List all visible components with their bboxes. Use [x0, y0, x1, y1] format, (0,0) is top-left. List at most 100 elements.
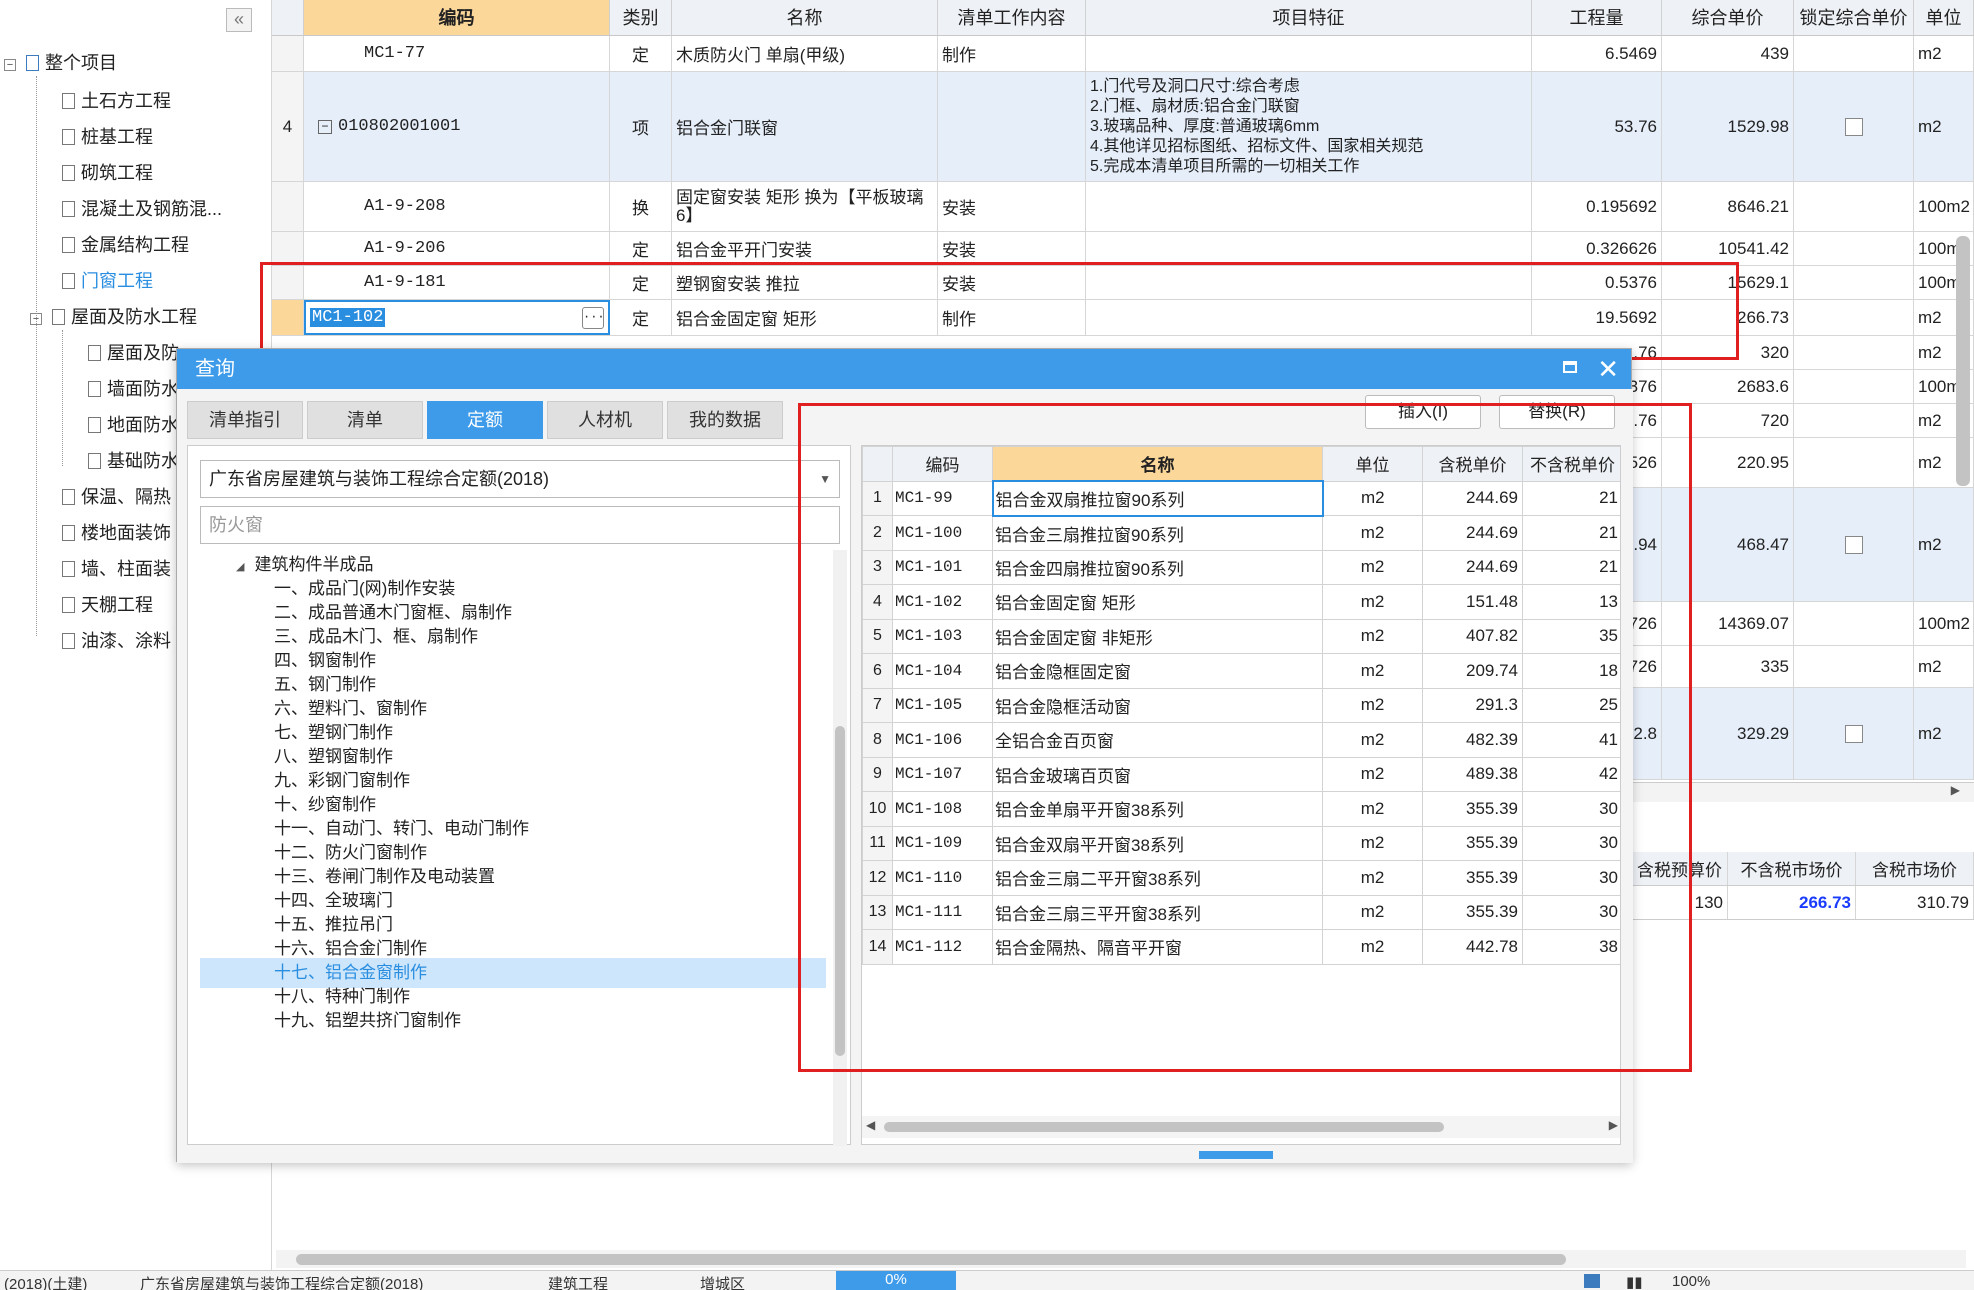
lock-cell[interactable]	[1794, 602, 1914, 645]
market-price-notax-cell[interactable]: 266.73	[1728, 886, 1856, 919]
dialog-title-bar[interactable]: 查询 ✕	[177, 349, 1631, 389]
table-row[interactable]: A1-9-208 换 固定窗安装 矩形 换为【平板玻璃6】 安装 0.19569…	[272, 182, 1974, 232]
code-cell[interactable]: A1-9-208	[304, 182, 610, 231]
feature-cell[interactable]	[1086, 36, 1532, 71]
tree-node[interactable]: 砌筑工程	[62, 158, 153, 188]
column-header-feature[interactable]: 项目特征	[1086, 0, 1532, 36]
type-cell[interactable]: 定	[610, 232, 672, 265]
unit-cell[interactable]: m2	[1914, 72, 1974, 181]
code-cell[interactable]: A1-9-206	[304, 232, 610, 265]
lock-price-checkbox[interactable]	[1844, 535, 1863, 554]
scrollbar-thumb[interactable]	[296, 1254, 1566, 1265]
feature-cell[interactable]	[1086, 232, 1532, 265]
grid-vertical-scrollbar[interactable]	[1956, 236, 1970, 486]
column-header-quantity[interactable]: 工程量	[1532, 0, 1662, 36]
tree-node[interactable]: 基础防水	[88, 446, 179, 476]
quantity-cell[interactable]: .376	[1632, 370, 1662, 403]
unit-cell[interactable]: m2	[1914, 36, 1974, 71]
scroll-right-icon[interactable]: ▶	[1951, 783, 1960, 797]
column-header-work-content[interactable]: 清单工作内容	[938, 0, 1086, 36]
table-row[interactable]: A1-9-206 定 铝合金平开门安装 安装 0.326626 10541.42…	[272, 232, 1974, 266]
tree-node-doors-windows[interactable]: 门窗工程	[62, 266, 153, 296]
quantity-cell[interactable]: 6.5469	[1532, 36, 1662, 71]
type-cell[interactable]: 定	[610, 36, 672, 71]
feature-cell[interactable]: 1.门代号及洞口尺寸:综合考虑 2.门框、扇材质:铝合金门联窗 3.玻璃品种、厚…	[1086, 72, 1532, 181]
column-header-market-price-notax[interactable]: 不含税市场价	[1728, 852, 1856, 885]
name-cell[interactable]: 木质防火门 单扇(甲级)	[672, 36, 938, 71]
lock-cell[interactable]	[1794, 404, 1914, 437]
tree-node[interactable]: 墙面防水	[88, 374, 179, 404]
work-cell[interactable]: 制作	[938, 36, 1086, 71]
tab-quota[interactable]: 定额	[427, 401, 543, 439]
scroll-right-icon[interactable]: ▶	[1609, 1118, 1618, 1132]
unit-cell[interactable]: 100m2	[1914, 602, 1974, 645]
collapse-toggle-icon[interactable]: −	[30, 313, 42, 325]
splitter-handle[interactable]	[1199, 1151, 1273, 1159]
scrollbar-thumb[interactable]	[884, 1122, 1444, 1132]
price-cell[interactable]: 2683.6	[1662, 370, 1794, 403]
lock-price-checkbox[interactable]	[1844, 117, 1863, 136]
tree-node[interactable]: 地面防水	[88, 410, 179, 440]
column-header-unit[interactable]: 单位	[1914, 0, 1974, 36]
market-price-tax-cell[interactable]: 310.79	[1856, 886, 1974, 919]
code-cell[interactable]: −010802001001	[304, 72, 610, 181]
tree-node[interactable]: 楼地面装饰	[62, 518, 171, 548]
table-row[interactable]: MC1-77 定 木质防火门 单扇(甲级) 制作 6.5469 439 m2	[272, 36, 1974, 72]
tree-node-whole-project[interactable]: − 整个项目	[4, 48, 117, 78]
search-input[interactable]	[200, 506, 840, 544]
unit-cell[interactable]: m2	[1914, 488, 1974, 601]
column-header-lock-price[interactable]: 锁定综合单价	[1794, 0, 1914, 36]
lock-price-checkbox-cell[interactable]	[1794, 488, 1914, 601]
table-row[interactable]: 4 −010802001001 项 铝合金门联窗 1.门代号及洞口尺寸:综合考虑…	[272, 72, 1974, 182]
collapse-toggle-icon[interactable]: −	[4, 59, 16, 71]
price-cell[interactable]: 8646.21	[1662, 182, 1794, 231]
name-cell[interactable]: 铝合金门联窗	[672, 72, 938, 181]
close-icon[interactable]: ✕	[1597, 349, 1619, 389]
work-cell[interactable]: 安装	[938, 232, 1086, 265]
tree-node[interactable]: 金属结构工程	[62, 230, 189, 260]
code-cell[interactable]: MC1-77	[304, 36, 610, 71]
tab-bill-guide[interactable]: 清单指引	[187, 401, 303, 439]
tree-node[interactable]: 桩基工程	[62, 122, 153, 152]
type-cell[interactable]: 项	[610, 72, 672, 181]
expand-arrow-icon[interactable]: ◢	[236, 561, 244, 573]
main-horizontal-scrollbar[interactable]	[276, 1250, 1966, 1268]
column-header-code[interactable]: 编码	[304, 0, 610, 36]
lock-cell[interactable]	[1794, 370, 1914, 403]
work-cell[interactable]: 安装	[938, 182, 1086, 231]
column-header-type[interactable]: 类别	[610, 0, 672, 36]
price-cell[interactable]: 10541.42	[1662, 232, 1794, 265]
tree-node[interactable]: 墙、柱面装	[62, 554, 171, 584]
chapter-item[interactable]: 十九、铝塑共挤门窗制作	[274, 1006, 461, 1036]
column-header-name[interactable]: 名称	[672, 0, 938, 36]
view-icon[interactable]	[1584, 1274, 1600, 1288]
maximize-icon[interactable]	[1563, 361, 1577, 373]
tree-node[interactable]: 天棚工程	[62, 590, 153, 620]
unit-cell[interactable]: 100m2	[1914, 182, 1974, 231]
tree-node[interactable]: 屋面及防	[88, 338, 179, 368]
name-cell[interactable]: 铝合金平开门安装	[672, 232, 938, 265]
price-cell[interactable]: 439	[1662, 36, 1794, 71]
feature-cell[interactable]	[1086, 182, 1532, 231]
lock-cell[interactable]	[1794, 232, 1914, 265]
lock-cell[interactable]	[1794, 182, 1914, 231]
tab-resources[interactable]: 人材机	[547, 401, 663, 439]
unit-cell[interactable]: m2	[1914, 688, 1974, 779]
tree-node[interactable]: 油漆、涂料	[62, 626, 171, 656]
lock-cell[interactable]	[1794, 300, 1914, 335]
tab-bill[interactable]: 清单	[307, 401, 423, 439]
results-horizontal-scrollbar[interactable]: ◀ ▶	[862, 1116, 1620, 1138]
lock-cell[interactable]	[1794, 266, 1914, 299]
lock-cell[interactable]	[1794, 438, 1914, 487]
collapse-panel-button[interactable]: «	[226, 8, 252, 32]
layout-icon[interactable]: ▮▮	[1626, 1273, 1643, 1290]
lock-cell[interactable]	[1794, 36, 1914, 71]
quantity-cell[interactable]: 0.326626	[1532, 232, 1662, 265]
column-header-market-price-tax[interactable]: 含税市场价	[1856, 852, 1974, 885]
name-cell[interactable]: 固定窗安装 矩形 换为【平板玻璃6】	[672, 182, 938, 231]
lock-cell[interactable]	[1794, 646, 1914, 687]
tree-node-roof-waterproof[interactable]: − 屋面及防水工程	[30, 302, 197, 332]
tree-node[interactable]: 保温、隔热	[62, 482, 171, 512]
tab-my-data[interactable]: 我的数据	[667, 401, 783, 439]
type-cell[interactable]: 换	[610, 182, 672, 231]
